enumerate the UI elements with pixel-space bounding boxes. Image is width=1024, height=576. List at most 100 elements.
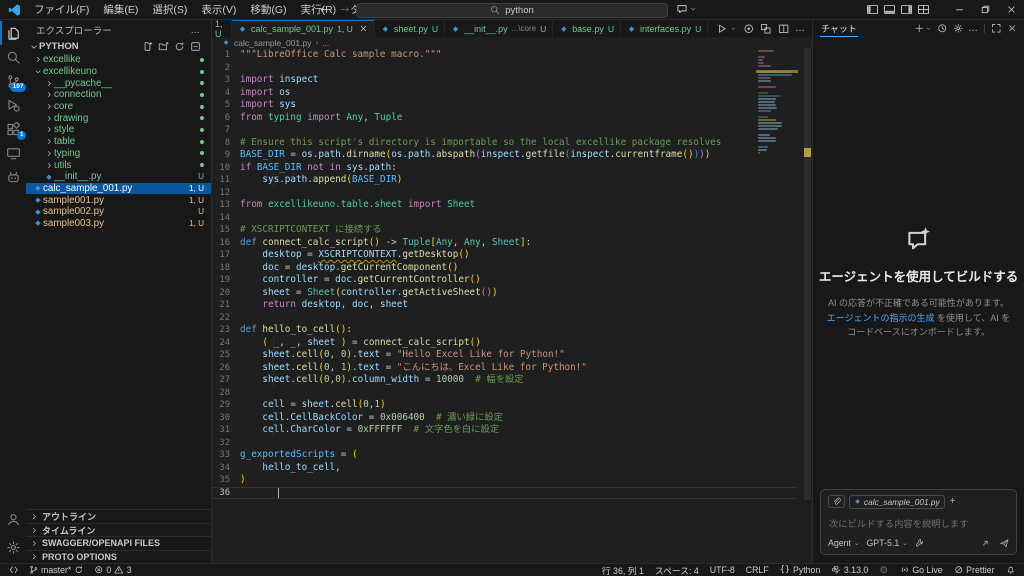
menu-item-4[interactable]: 移動(G): [243, 0, 293, 19]
tree-item-style[interactable]: style: [26, 124, 211, 136]
sidebar-section-3[interactable]: PROTO OPTIONS: [26, 550, 211, 563]
send-icon[interactable]: [999, 538, 1010, 549]
activity-extensions[interactable]: 1: [0, 117, 26, 141]
toggle-panel-icon[interactable]: [883, 3, 896, 16]
breadcrumb[interactable]: ◆ calc_sample_001.py › ...: [212, 37, 812, 48]
code-line-8[interactable]: 8# Ensure this script's directory is imp…: [212, 137, 797, 150]
menu-item-3[interactable]: 表示(V): [194, 0, 243, 19]
tree-item-utils[interactable]: utils: [26, 159, 211, 171]
new-folder-icon[interactable]: [158, 41, 169, 52]
code-line-1[interactable]: 1"""LibreOffice Calc sample macro.""": [212, 49, 797, 62]
open-in-editor-icon[interactable]: [980, 538, 991, 549]
code-line-30[interactable]: 30 cell.CellBackColor = 0x006400 # 濃い緑に設…: [212, 412, 797, 425]
scrollbar-thumb[interactable]: [804, 48, 811, 500]
notifications-button[interactable]: [1006, 565, 1016, 575]
code-line-10[interactable]: 10if BASE_DIR not in sys.path:: [212, 162, 797, 175]
chevron-down-icon[interactable]: [730, 25, 737, 32]
code-line-17[interactable]: 17 desktop = XSCRIPTCONTEXT.getDesktop(): [212, 249, 797, 262]
restore-button[interactable]: [972, 0, 998, 19]
code-line-27[interactable]: 27 sheet.cell(0,0).column_width = 10000 …: [212, 374, 797, 387]
code-line-13[interactable]: 13from excellikeuno.table.sheet import S…: [212, 199, 797, 212]
formatter-status[interactable]: [879, 565, 889, 575]
new-file-icon[interactable]: [142, 41, 153, 52]
tree-item-sample001.py[interactable]: ◆sample001.py1, U: [26, 194, 211, 206]
account-button[interactable]: [0, 509, 26, 529]
code-line-7[interactable]: 7: [212, 124, 797, 137]
tree-item-table[interactable]: table: [26, 136, 211, 148]
tree-item-excellikeuno[interactable]: excellikeuno: [26, 66, 211, 78]
code-line-33[interactable]: 33g_exportedScripts = (: [212, 449, 797, 462]
tree-item-connection[interactable]: connection: [26, 89, 211, 101]
code-line-12[interactable]: 12: [212, 187, 797, 200]
code-line-22[interactable]: 22: [212, 312, 797, 325]
more-actions-icon[interactable]: …: [795, 24, 805, 34]
model-picker[interactable]: GPT-5.1: [866, 538, 899, 548]
menu-item-2[interactable]: 選択(S): [145, 0, 194, 19]
tree-item-core[interactable]: core: [26, 101, 211, 113]
cursor-position[interactable]: 行 36, 列 1: [602, 564, 644, 576]
run-icon[interactable]: [716, 23, 728, 35]
code-line-32[interactable]: 32: [212, 437, 797, 450]
customize-layout-icon[interactable]: [917, 3, 930, 16]
menu-item-1[interactable]: 編集(E): [96, 0, 145, 19]
eol[interactable]: CRLF: [746, 565, 769, 575]
encoding[interactable]: UTF-8: [710, 565, 735, 575]
code-line-6[interactable]: 6from typing import Any, Tuple: [212, 112, 797, 125]
expand-icon[interactable]: [991, 23, 1002, 34]
sidebar-section-2[interactable]: SWAGGER/OPENAPI FILES: [26, 536, 211, 549]
tab-base.py[interactable]: ◆base.pyU: [553, 20, 621, 37]
chat-input[interactable]: ◆ calc_sample_001.py + 次にビルドする内容を説明します A…: [820, 489, 1017, 556]
attach-context-button[interactable]: [828, 495, 845, 508]
tab-interfaces.py[interactable]: ◆interfaces.pyU: [621, 20, 708, 37]
activity-remote-explorer[interactable]: [0, 141, 26, 165]
activity-chat-bot[interactable]: [0, 165, 26, 189]
code-line-21[interactable]: 21 return desktop, doc, sheet: [212, 299, 797, 312]
tree-item-__init__.py[interactable]: ◆__init__.pyU: [26, 171, 211, 183]
tree-item-typing[interactable]: typing: [26, 148, 211, 160]
sidebar-more-button[interactable]: …: [191, 25, 202, 36]
history-icon[interactable]: [937, 23, 948, 34]
close-tab-icon[interactable]: [359, 24, 368, 33]
open-changes-icon[interactable]: [760, 23, 772, 35]
code-line-19[interactable]: 19 controller = doc.getCurrentController…: [212, 274, 797, 287]
chevron-down-icon[interactable]: [925, 25, 932, 32]
tree-item-excellike[interactable]: excellike: [26, 54, 211, 66]
tree-item-sample003.py[interactable]: ◆sample003.py1, U: [26, 218, 211, 230]
forward-button[interactable]: →: [340, 3, 349, 16]
tree-item-calc_sample_001.py[interactable]: ◆calc_sample_001.py1, U: [26, 183, 211, 195]
indentation[interactable]: スペース: 4: [655, 564, 699, 576]
refresh-icon[interactable]: [174, 41, 185, 52]
scrollbar[interactable]: [803, 48, 812, 563]
code-line-5[interactable]: 5import sys: [212, 99, 797, 112]
code-line-23[interactable]: 23def hello_to_cell():: [212, 324, 797, 337]
add-context-button[interactable]: +: [950, 497, 956, 507]
command-center-search[interactable]: python: [356, 3, 668, 18]
code-line-4[interactable]: 4import os: [212, 87, 797, 100]
generate-instructions-link[interactable]: エージェントの指示の生成: [827, 313, 935, 323]
toggle-secondary-sidebar-icon[interactable]: [900, 3, 913, 16]
minimize-button[interactable]: [946, 0, 972, 19]
code-line-3[interactable]: 3import inspect: [212, 74, 797, 87]
code-line-26[interactable]: 26 sheet.cell(0, 1).text = "こんにちは、Excel …: [212, 362, 797, 375]
language-mode[interactable]: {} Python: [780, 565, 821, 575]
sidebar-section-1[interactable]: タイムライン: [26, 523, 211, 536]
collapse-all-icon[interactable]: [190, 41, 201, 52]
go-live-button[interactable]: Go Live: [900, 565, 943, 575]
code-line-36[interactable]: 36: [212, 487, 797, 500]
code-line-31[interactable]: 31 cell.CharColor = 0xFFFFFF # 文字色を白に設定: [212, 424, 797, 437]
code-line-24[interactable]: 24 ( _, _, sheet ) = connect_calc_script…: [212, 337, 797, 350]
code-line-35[interactable]: 35): [212, 474, 797, 487]
toggle-primary-sidebar-icon[interactable]: [866, 3, 879, 16]
tab-__init__.py[interactable]: ◆__init__.py...\coreU: [445, 20, 553, 37]
code-line-34[interactable]: 34 hello_to_cell,: [212, 462, 797, 475]
split-editor-icon[interactable]: [778, 23, 790, 35]
sidebar-section-0[interactable]: アウトライン: [26, 509, 211, 522]
minimap[interactable]: [758, 50, 796, 158]
code-line-25[interactable]: 25 sheet.cell(0, 0).text = "Hello Excel …: [212, 349, 797, 362]
prettier-status[interactable]: Prettier: [954, 565, 995, 575]
git-branch-status[interactable]: master*: [29, 565, 84, 575]
activity-source-control[interactable]: 107: [0, 69, 26, 93]
python-interpreter[interactable]: 3.13.0: [831, 565, 868, 575]
menu-item-0[interactable]: ファイル(F): [27, 0, 96, 19]
gear-icon[interactable]: [953, 23, 964, 34]
